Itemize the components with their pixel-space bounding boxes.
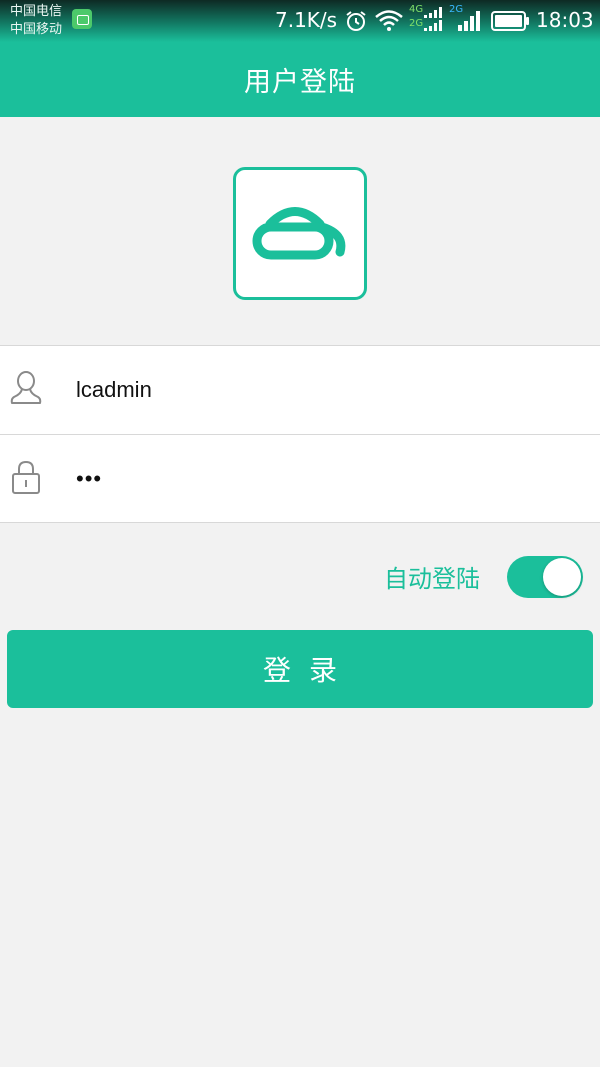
password-field[interactable]: ••• [76,457,576,501]
page-title: 用户登陆 [244,67,356,98]
username-row [0,346,600,434]
auto-login-label: 自动登陆 [384,565,480,593]
auto-login-toggle[interactable] [507,556,583,598]
signal-icon [458,11,480,31]
status-bar: 中国电信 中国移动 7.1K/s 4G 2G 2G 18:03 [0,0,600,42]
battery-icon [491,11,529,31]
carrier-info: 中国电信 中国移动 [10,3,62,39]
wifi-icon [375,10,403,31]
carrier-1: 中国电信 [10,4,63,19]
notification-app-icon [72,9,92,29]
signal-1-label: 4G [409,4,424,15]
login-form: ••• [0,345,600,523]
alarm-icon [346,11,366,31]
signal-group-2: 2G [449,4,483,34]
lock-icon [12,460,40,494]
signal-group-1: 4G 2G [409,4,445,34]
carrier-2: 中国移动 [10,22,63,37]
app-logo [233,167,367,300]
login-button[interactable]: 登录 [7,630,593,708]
toggle-knob [543,558,581,596]
app-header: 用户登陆 [0,42,600,117]
signal-1-sub: 2G [409,18,424,29]
status-time: 18:03 [536,8,594,32]
username-field[interactable] [76,368,576,412]
signal-icon [424,7,442,31]
net-speed: 7.1K/s [275,8,338,32]
password-row: ••• [0,434,600,522]
app-logo-icon [252,206,346,259]
user-icon [10,371,42,404]
